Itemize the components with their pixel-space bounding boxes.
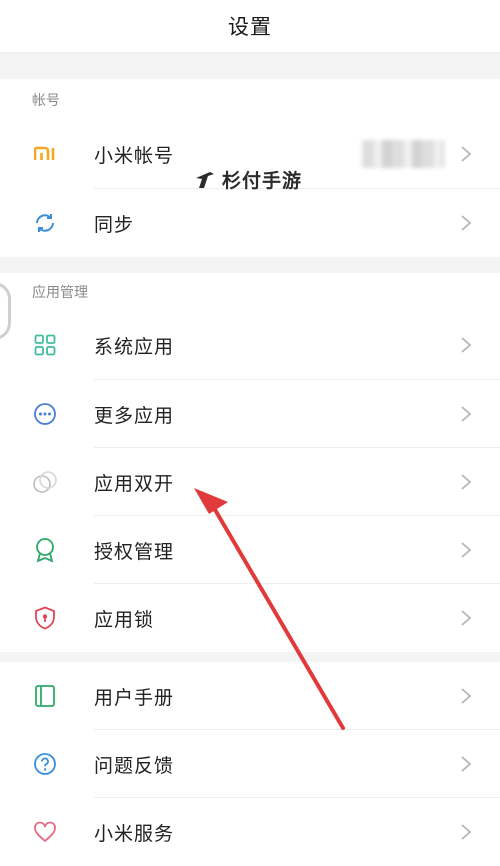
section-gap: [0, 257, 500, 273]
settings-item-label: 更多应用: [94, 404, 175, 427]
settings-item-label: 同步: [94, 213, 135, 236]
settings-item-label: 应用锁: [94, 608, 155, 631]
sync-icon: [32, 210, 58, 236]
settings-item-label: 授权管理: [94, 540, 175, 563]
more-dots-icon: [32, 401, 58, 427]
page-title: 设置: [228, 15, 272, 39]
chevron-right-icon: [461, 688, 472, 704]
question-circle-icon: [32, 751, 58, 777]
chevron-right-icon: [461, 337, 472, 353]
section-label-account: 帐号: [32, 93, 60, 109]
watermark-text: 杉付手游: [222, 170, 303, 192]
settings-item-label: 小米帐号: [94, 144, 175, 167]
watermark: 杉付手游: [194, 166, 302, 193]
heart-icon: [32, 819, 58, 845]
settings-item-system-apps[interactable]: 系统应用: [0, 311, 500, 379]
chevron-right-icon: [461, 542, 472, 558]
section-gap: [0, 652, 500, 662]
settings-item-permissions[interactable]: 授权管理: [0, 516, 500, 584]
chevron-right-icon: [461, 824, 472, 840]
settings-item-label: 系统应用: [94, 335, 175, 358]
shield-lock-icon: [32, 605, 58, 631]
settings-item-app-lock[interactable]: 应用锁: [0, 584, 500, 652]
settings-item-label: 问题反馈: [94, 754, 175, 777]
section-label-app-management: 应用管理: [32, 285, 88, 301]
chevron-right-icon: [461, 406, 472, 422]
settings-item-sync[interactable]: 同步: [0, 189, 500, 257]
account-id-redacted: [362, 140, 444, 168]
chevron-right-icon: [461, 146, 472, 162]
chevron-right-icon: [461, 756, 472, 772]
section-gap: [0, 53, 500, 79]
chevron-right-icon: [461, 474, 472, 490]
settings-item-more-apps[interactable]: 更多应用: [0, 380, 500, 448]
settings-item-feedback[interactable]: 问题反馈: [0, 730, 500, 798]
badge-ribbon-icon: [32, 537, 58, 563]
dual-circles-icon: [32, 469, 58, 495]
chevron-right-icon: [461, 215, 472, 231]
title-bar: 设置: [0, 0, 500, 53]
chevron-right-icon: [461, 610, 472, 626]
settings-item-dual-apps[interactable]: 应用双开: [0, 448, 500, 516]
settings-item-label: 小米服务: [94, 822, 175, 845]
mi-logo-icon: [32, 141, 58, 167]
settings-item-label: 用户手册: [94, 686, 175, 709]
watermark-logo-icon: [196, 171, 214, 188]
grid-apps-icon: [32, 332, 58, 358]
settings-item-mi-services[interactable]: 小米服务: [0, 798, 500, 866]
manual-book-icon: [32, 683, 58, 709]
settings-item-user-manual[interactable]: 用户手册: [0, 662, 500, 730]
settings-item-label: 应用双开: [94, 472, 175, 495]
